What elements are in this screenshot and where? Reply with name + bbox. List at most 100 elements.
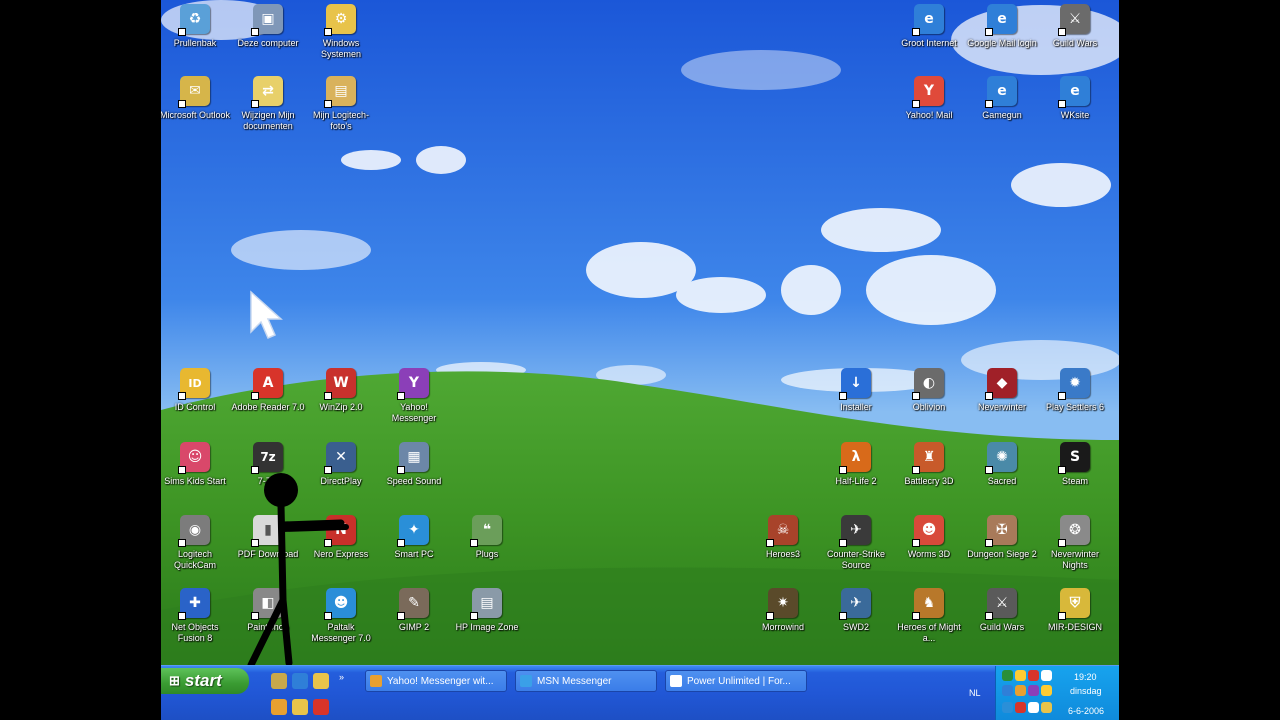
- desktop-icon-neverwinter[interactable]: ◆ Neverwinter: [965, 368, 1039, 413]
- icon-label: MIR-DESIGN: [1048, 622, 1102, 632]
- desktop-icon-wksite[interactable]: e WKsite: [1038, 76, 1112, 121]
- internet-explorer-icon: e: [912, 4, 944, 36]
- folder-icon[interactable]: [292, 699, 308, 715]
- media-player-icon[interactable]: [313, 699, 329, 715]
- quick-launch-chevron-icon[interactable]: »: [339, 672, 344, 682]
- desktop-icon-morrowind[interactable]: ✷ Morrowind: [746, 588, 820, 633]
- desktop-icon-installer[interactable]: ↓ Installer: [819, 368, 893, 413]
- morrowind-icon: ✷: [766, 588, 798, 620]
- icon-label: Counter-Strike Source: [826, 549, 886, 570]
- task-yahoo-messenger[interactable]: Yahoo! Messenger wit...: [365, 670, 507, 692]
- desktop-icon-gamegun[interactable]: e Gamegun: [965, 76, 1039, 121]
- desktop-icon-heroes3[interactable]: ☠ Heroes3: [746, 515, 820, 560]
- desktop-icon-half-life-2[interactable]: λ Half-Life 2: [819, 442, 893, 487]
- icon-label: Morrowind: [761, 622, 804, 632]
- desktop-icon-google-mail[interactable]: e Google Mail login: [965, 4, 1039, 49]
- internet-explorer-icon[interactable]: [292, 673, 308, 689]
- desktop-icon-sims-kids[interactable]: ☺ Sims Kids Start: [161, 442, 232, 487]
- desktop-icon-guild-wars-top[interactable]: ⚔ Guild Wars: [1038, 4, 1112, 49]
- tray-icon[interactable]: [1028, 670, 1039, 681]
- desktop-icon-yahoo-mail[interactable]: Y Yahoo! Mail: [892, 76, 966, 121]
- desktop-icon-smart-pc[interactable]: ✦ Smart PC: [377, 515, 451, 560]
- desktop-icon-plugs[interactable]: ❝ Plugs: [450, 515, 524, 560]
- desktop-icon-net-objects[interactable]: ✚ Net Objects Fusion 8: [161, 588, 232, 644]
- show-desktop-icon[interactable]: [271, 673, 287, 689]
- icon-label: Logitech QuickCam: [173, 549, 216, 570]
- icon-label: Adobe Reader 7.0: [231, 402, 305, 412]
- start-label: start: [184, 671, 222, 690]
- tray-icon[interactable]: [1028, 685, 1039, 696]
- task-power-unlimited[interactable]: Power Unlimited | For...: [665, 670, 807, 692]
- desktop-screen: ♻ Prullenbak ▣ Deze computer ⚙ Windows S…: [161, 0, 1119, 720]
- desktop-icon-yahoo-messenger[interactable]: Y Yahoo! Messenger: [377, 368, 451, 424]
- desktop-icon-groot-internet[interactable]: e Groot Internet: [892, 4, 966, 49]
- tray-icon[interactable]: [1041, 670, 1052, 681]
- icon-label: Google Mail login: [967, 38, 1037, 48]
- desktop-icon-battlecry[interactable]: ♜ Battlecry 3D: [892, 442, 966, 487]
- tray-icon[interactable]: [1002, 685, 1013, 696]
- icon-label: Dungeon Siege 2: [967, 549, 1037, 559]
- tray-icon[interactable]: [1041, 685, 1052, 696]
- internet-explorer-icon: e: [985, 4, 1017, 36]
- icon-label: Neverwinter: [977, 402, 1026, 412]
- icon-label: Installer: [840, 402, 872, 412]
- tray-icon[interactable]: [1002, 702, 1013, 713]
- desktop-icon-steam[interactable]: S Steam: [1038, 442, 1112, 487]
- tray-icon[interactable]: [1015, 670, 1026, 681]
- desktop-icon-winzip[interactable]: W WinZip 2.0: [304, 368, 378, 413]
- desktop-icon-oblivion[interactable]: ◐ Oblivion: [892, 368, 966, 413]
- task-msn-messenger[interactable]: MSN Messenger: [515, 670, 657, 692]
- icon-label: Mijn Logitech-foto's: [312, 110, 370, 131]
- desktop-icon-sacred[interactable]: ✺ Sacred: [965, 442, 1039, 487]
- tray-icon[interactable]: [1002, 670, 1013, 681]
- desktop-icon-worms-3d[interactable]: ☻ Worms 3D: [892, 515, 966, 560]
- outlook-express-icon[interactable]: [313, 673, 329, 689]
- desktop-icon-dungeon-siege[interactable]: ✠ Dungeon Siege 2: [965, 515, 1039, 560]
- desktop-icon-guild-wars[interactable]: ⚔ Guild Wars: [965, 588, 1039, 633]
- icon-label: Microsoft Outlook: [161, 110, 231, 120]
- icon-label: ID Control: [174, 402, 216, 412]
- photos-icon: ▤: [324, 76, 356, 108]
- desktop-icon-heroes-of-might[interactable]: ♞ Heroes of Might a...: [892, 588, 966, 644]
- desktop-icon-counter-strike[interactable]: ✈ Counter-Strike Source: [819, 515, 893, 571]
- icon-label: Deze computer: [237, 38, 299, 48]
- sound-icon: ▦: [397, 442, 429, 474]
- desktop-icon-settlers[interactable]: ✹ Play Settlers 6: [1038, 368, 1112, 413]
- desktop-icon-adobe-reader[interactable]: A Adobe Reader 7.0: [231, 368, 305, 413]
- tray-icon[interactable]: [1028, 702, 1039, 713]
- desktop-icon-logitech-photos[interactable]: ▤ Mijn Logitech-foto's: [304, 76, 378, 132]
- desktop-icon-neverwinter-nights[interactable]: ❂ Neverwinter Nights: [1038, 515, 1112, 571]
- icon-label: Steam: [1061, 476, 1088, 486]
- gimp-icon: ✎: [397, 588, 429, 620]
- icon-label: Worms 3D: [907, 549, 951, 559]
- icon-label: Speed Sound: [386, 476, 442, 486]
- desktop-icon-my-computer[interactable]: ▣ Deze computer: [231, 4, 305, 49]
- icon-label: HP Image Zone: [455, 622, 519, 632]
- shield-icon: ⛨: [1058, 588, 1090, 620]
- desktop-icon-gimp[interactable]: ✎ GIMP 2: [377, 588, 451, 633]
- webcam-icon: ◉: [178, 515, 210, 547]
- desktop-icon-mir-design[interactable]: ⛨ MIR-DESIGN: [1038, 588, 1112, 633]
- start-button[interactable]: ⊞ start: [161, 668, 249, 694]
- language-indicator[interactable]: NL: [969, 688, 981, 698]
- desktop-icon-quickcam[interactable]: ◉ Logitech QuickCam: [161, 515, 232, 571]
- icon-label: Battlecry 3D: [904, 476, 954, 486]
- recycle-bin-icon: ♻: [178, 4, 210, 36]
- icon-label: Heroes3: [765, 549, 801, 559]
- desktop-icon-recycle-bin[interactable]: ♻ Prullenbak: [161, 4, 232, 49]
- desktop-icon-my-documents[interactable]: ⇄ Wijzigen Mijn documenten: [231, 76, 305, 132]
- tray-icon[interactable]: [1015, 685, 1026, 696]
- clock-time[interactable]: 19:20: [1074, 672, 1097, 682]
- desktop-icon-outlook[interactable]: ✉ Microsoft Outlook: [161, 76, 232, 121]
- mouse-pointer-icon: [250, 290, 283, 339]
- winzip-icon: W: [324, 368, 356, 400]
- tray-icon[interactable]: [1041, 702, 1052, 713]
- desktop-icon-swd2[interactable]: ✈ SWD2: [819, 588, 893, 633]
- icon-label: SWD2: [842, 622, 869, 632]
- desktop-icon-hp-image-zone[interactable]: ▤ HP Image Zone: [450, 588, 524, 633]
- tray-icon[interactable]: [1015, 702, 1026, 713]
- desktop-icon-id-control[interactable]: ID ID Control: [161, 368, 232, 413]
- desktop-icon-speed-sound[interactable]: ▦ Speed Sound: [377, 442, 451, 487]
- messenger-icon[interactable]: [271, 699, 287, 715]
- desktop-icon-windows-systemen[interactable]: ⚙ Windows Systemen: [304, 4, 378, 60]
